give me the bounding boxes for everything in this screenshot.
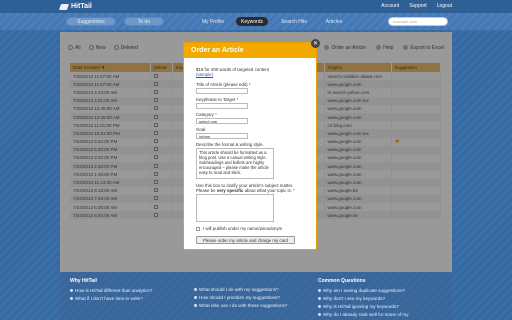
logout-link[interactable]: Logout <box>437 3 452 9</box>
nav-bar: Suggestions To do My Profile Keywords Se… <box>0 13 512 30</box>
suggestions-button[interactable]: Suggestions <box>66 17 116 26</box>
style-label: Describe the format & writing style. <box>196 142 264 147</box>
subject-textarea[interactable] <box>196 194 274 222</box>
publish-label: I will publish under my name/pseudonym <box>203 226 283 231</box>
goal-select[interactable]: Inform <box>196 133 248 139</box>
footer-suggestions: What should I do with my suggestions? Ho… <box>194 287 287 311</box>
support-link[interactable]: Support <box>409 3 427 9</box>
footer-col3-title: Common Questions <box>318 278 366 284</box>
article-title-input[interactable] <box>196 88 248 94</box>
style-textarea[interactable]: This article should be formatted as a bl… <box>196 148 274 179</box>
order-article-modal: Order an Article ✕ $19 for 400 words of … <box>183 39 320 250</box>
bullet-icon <box>194 304 197 307</box>
app-logo[interactable]: HitTail <box>58 3 92 10</box>
bullet-icon <box>318 297 321 300</box>
footer-link[interactable]: Why do I already rank well for some of m… <box>318 312 409 317</box>
order-form: $19 for 400 words of targeted content (s… <box>196 67 304 244</box>
bullet-icon <box>194 296 197 299</box>
footer-link[interactable]: What else can I do with these suggestion… <box>194 303 287 308</box>
bullet-icon <box>318 305 321 308</box>
footer-link[interactable]: Why am I seeing duplicate suggestions? <box>318 288 409 293</box>
category-select[interactable]: select one <box>196 118 248 124</box>
keyphrase-label: Keyphrase to Target * <box>196 97 239 102</box>
submit-order-button[interactable]: Please order my article and charge my ca… <box>196 236 295 244</box>
logo-icon <box>58 3 70 10</box>
footer: Why HitTail How is HitTail different tha… <box>60 272 452 320</box>
bullet-icon <box>318 313 321 316</box>
tab-my-profile[interactable]: My Profile <box>198 17 228 26</box>
title-label: Title of Article (please edit) * <box>196 82 251 87</box>
publish-checkbox[interactable] <box>196 226 200 231</box>
footer-common-questions: Common Questions Why am I seeing duplica… <box>318 278 409 320</box>
site-search-input[interactable]: example.com <box>388 17 448 26</box>
footer-link[interactable]: Why don't I see my keywords? <box>318 296 409 301</box>
tab-keywords[interactable]: Keywords <box>236 17 268 26</box>
top-bar: HitTail Account Support Logout <box>0 0 512 13</box>
footer-why-hittail: Why HitTail How is HitTail different tha… <box>70 278 152 304</box>
footer-link[interactable]: How should I prioritize my suggestions? <box>194 295 287 300</box>
footer-link[interactable]: What should I do with my suggestions? <box>194 287 287 292</box>
publish-option[interactable]: I will publish under my name/pseudonym <box>196 226 304 231</box>
bullet-icon <box>70 289 73 292</box>
bullet-icon <box>70 297 73 300</box>
app-name: HitTail <box>71 3 92 10</box>
bullet-icon <box>318 289 321 292</box>
keyphrase-input[interactable] <box>196 103 248 109</box>
footer-link[interactable]: Why is HitTail ignoring my keywords? <box>318 304 409 309</box>
tab-articles[interactable]: Articles <box>320 17 348 26</box>
goal-label: Goal <box>196 127 206 132</box>
top-links: Account Support Logout <box>381 3 452 9</box>
sample-link[interactable]: (sample) <box>196 72 304 77</box>
bullet-icon <box>194 288 197 291</box>
close-icon[interactable]: ✕ <box>311 39 320 48</box>
todo-button[interactable]: To do <box>124 17 164 26</box>
category-label: Category * <box>196 112 217 117</box>
footer-col1-title: Why HitTail <box>70 278 97 284</box>
modal-title: Order an Article <box>184 43 316 58</box>
footer-link[interactable]: What if I don't have time to write? <box>70 296 152 301</box>
tab-search-hits[interactable]: Search Hits <box>278 17 310 26</box>
subject-label: Use this box to clarify your article's s… <box>196 183 295 193</box>
footer-link[interactable]: How is HitTail different than analytics? <box>70 288 152 293</box>
account-link[interactable]: Account <box>381 3 399 9</box>
